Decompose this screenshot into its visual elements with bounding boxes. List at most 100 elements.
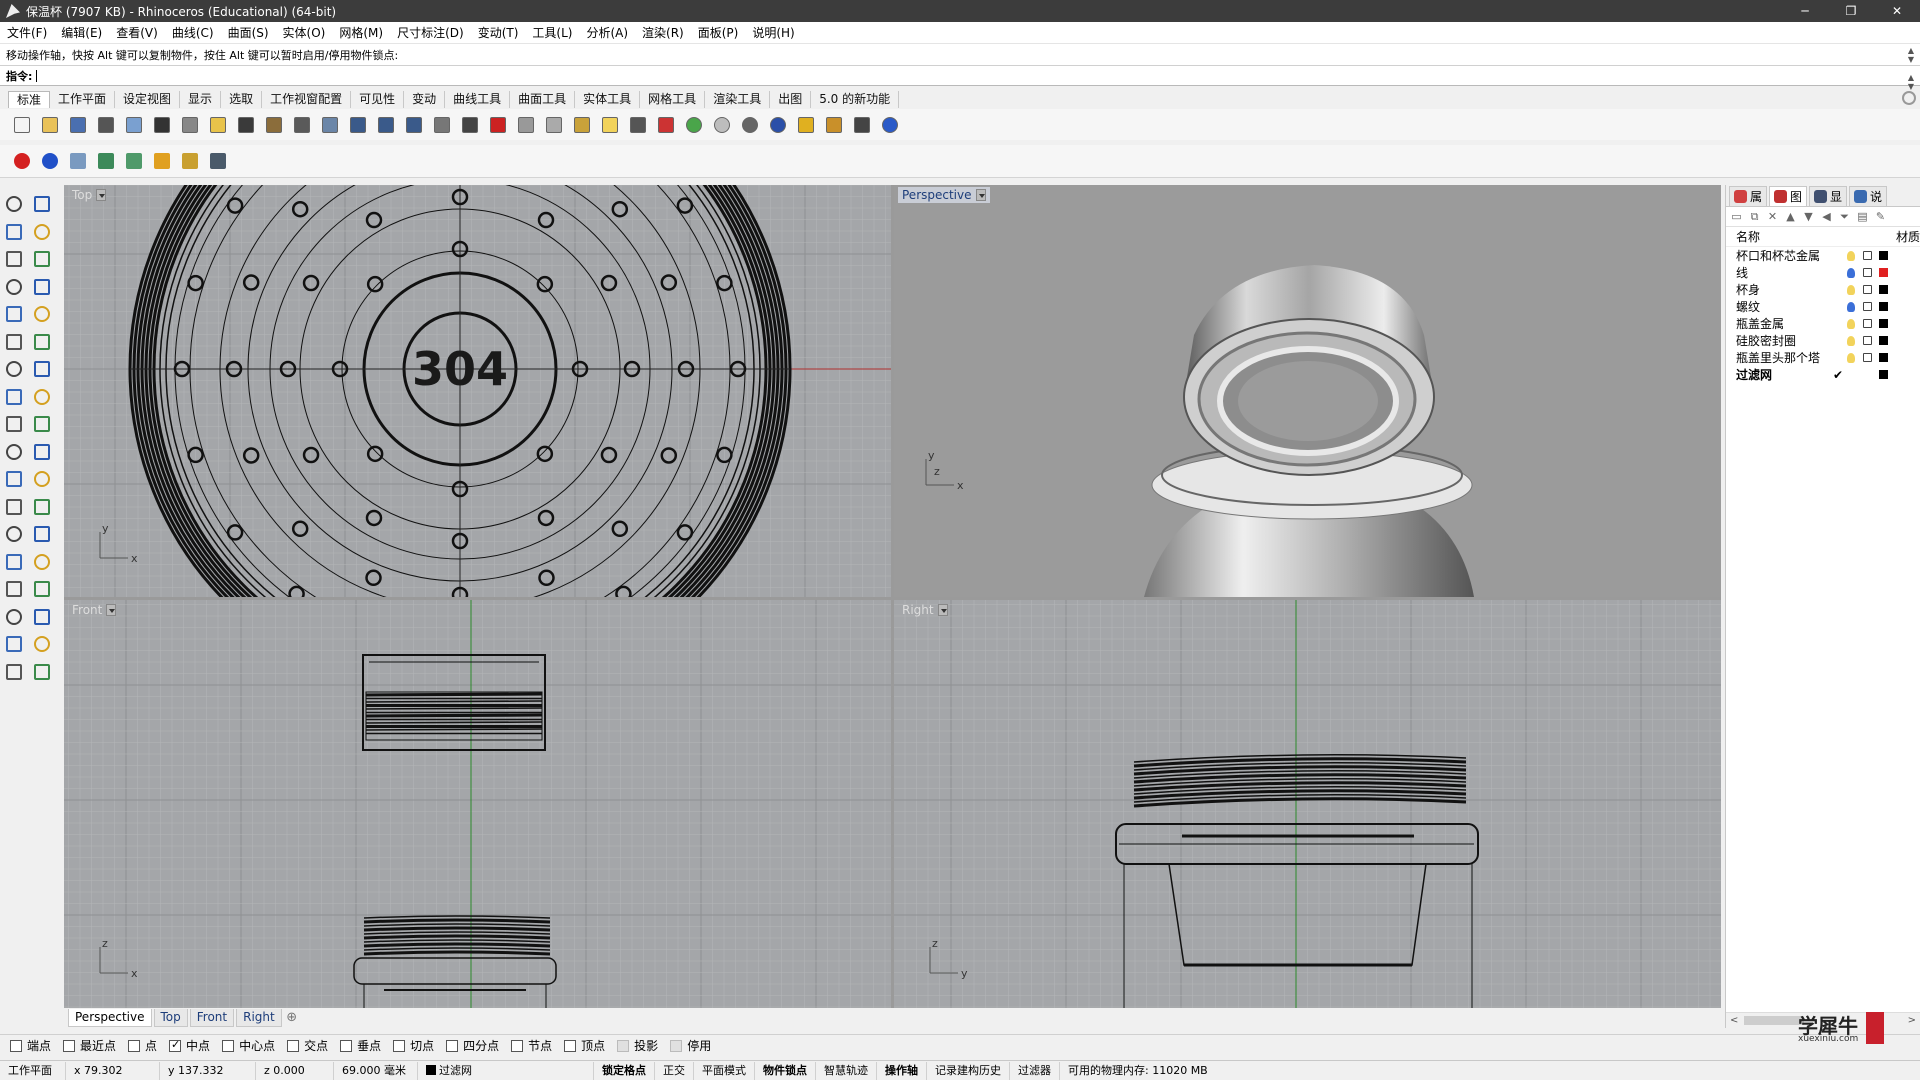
polygon-icon[interactable]: [3, 276, 25, 298]
osnap-10[interactable]: 顶点: [564, 1037, 605, 1054]
toolbar-tab-6[interactable]: 可见性: [351, 91, 405, 108]
delete-layer-icon[interactable]: ✕: [1766, 210, 1779, 223]
display-tab[interactable]: 显: [1809, 185, 1848, 206]
osnap-checkbox[interactable]: [511, 1039, 524, 1052]
select-icon[interactable]: [3, 193, 25, 215]
toolbar-tab-12[interactable]: 渲染工具: [705, 91, 771, 108]
properties-tab[interactable]: 属: [1729, 185, 1768, 206]
blend-icon[interactable]: [31, 496, 53, 518]
snap-icon[interactable]: [31, 606, 53, 628]
rotate-view-icon[interactable]: [290, 113, 314, 137]
layer-name[interactable]: 瓶盖里头那个塔: [1736, 349, 1846, 366]
save-icon[interactable]: [66, 113, 90, 137]
menu-item-11[interactable]: 渲染(R): [635, 24, 691, 41]
menu-item-7[interactable]: 尺寸标注(D): [390, 24, 471, 41]
command-line[interactable]: 指令:: [0, 66, 1920, 86]
open-icon[interactable]: [38, 113, 62, 137]
osnap-checkbox[interactable]: [670, 1039, 683, 1052]
four-viewports-icon[interactable]: [458, 113, 482, 137]
layer-row[interactable]: 线: [1726, 264, 1920, 281]
sphere-shaded-icon[interactable]: [710, 113, 734, 137]
layer-color-swatch[interactable]: [1879, 268, 1888, 277]
sphere-blue-icon[interactable]: [766, 113, 790, 137]
perspective-viewport[interactable]: yxz Perspective: [894, 185, 1721, 597]
paste-icon[interactable]: [206, 113, 230, 137]
menu-item-0[interactable]: 文件(F): [0, 24, 54, 41]
menu-item-4[interactable]: 曲面(S): [221, 24, 276, 41]
render-icon[interactable]: [3, 633, 25, 655]
layer-color-swatch[interactable]: [1879, 336, 1888, 345]
osnap-checkbox[interactable]: [446, 1039, 459, 1052]
new-sublayer-icon[interactable]: ⧉: [1748, 210, 1761, 223]
osnap-11[interactable]: 投影: [617, 1037, 658, 1054]
osnap-checkbox[interactable]: [287, 1039, 300, 1052]
extrude-icon[interactable]: [31, 331, 53, 353]
scroll-right-icon[interactable]: >: [1908, 1015, 1916, 1026]
osnap-1[interactable]: 最近点: [63, 1037, 116, 1054]
osnap-checkbox[interactable]: [393, 1039, 406, 1052]
current-layer-status[interactable]: 过滤网: [418, 1061, 594, 1080]
ellipse-icon[interactable]: [3, 303, 25, 325]
command-scroll-arrows[interactable]: ▲ ▼ ▲ ▼: [1906, 46, 1916, 91]
transform-icon[interactable]: [3, 551, 25, 573]
cylinder-icon[interactable]: [3, 386, 25, 408]
gem-icon[interactable]: [94, 149, 118, 173]
layer-lock-icon[interactable]: [1863, 251, 1872, 260]
osnap-checkbox[interactable]: [128, 1039, 141, 1052]
viewport-title-top[interactable]: Top: [68, 187, 110, 203]
mesh-icon[interactable]: [31, 578, 53, 600]
toolbar-tab-0[interactable]: 标准: [8, 91, 51, 108]
new-file-icon[interactable]: [10, 113, 34, 137]
layer-lock-icon[interactable]: [1863, 336, 1872, 345]
toolbar-tab-4[interactable]: 选取: [221, 91, 263, 108]
toolbar-tab-9[interactable]: 曲面工具: [510, 91, 576, 108]
move-to-parent-icon[interactable]: ◀: [1820, 210, 1833, 223]
new-layer-icon[interactable]: ▭: [1730, 210, 1743, 223]
osnap-4[interactable]: 中心点: [222, 1037, 275, 1054]
osnap-checkbox[interactable]: [340, 1039, 353, 1052]
move-icon[interactable]: [570, 113, 594, 137]
viewport-tab-perspective[interactable]: Perspective: [68, 1009, 152, 1027]
curve-icon[interactable]: [31, 221, 53, 243]
viewport-tab-right[interactable]: Right: [236, 1009, 282, 1027]
layer-visibility-bulb-icon[interactable]: [1847, 284, 1855, 295]
toolbar-tab-8[interactable]: 曲线工具: [445, 91, 511, 108]
box-render-icon[interactable]: [66, 149, 90, 173]
layer-row[interactable]: 杯身: [1726, 281, 1920, 298]
polyline-icon[interactable]: [3, 221, 25, 243]
viewport-tab-front[interactable]: Front: [189, 1009, 235, 1027]
layer-visibility-bulb-icon[interactable]: [1847, 301, 1855, 312]
menu-item-1[interactable]: 编辑(E): [54, 24, 109, 41]
light-icon[interactable]: [31, 661, 53, 683]
toolbar-tab-10[interactable]: 实体工具: [575, 91, 641, 108]
layer-lock-icon[interactable]: [1863, 302, 1872, 311]
viewport-title-perspective[interactable]: Perspective: [898, 187, 990, 203]
scale-icon[interactable]: [31, 551, 53, 573]
settings-gear-icon[interactable]: [822, 113, 846, 137]
osnap-5[interactable]: 交点: [287, 1037, 328, 1054]
tools-wrench-icon[interactable]: ✎: [1874, 210, 1887, 223]
osnap-3[interactable]: 中点: [169, 1037, 210, 1054]
record-history-toggle[interactable]: 记录建构历史: [927, 1061, 1010, 1080]
osnap-checkbox[interactable]: [10, 1039, 22, 1052]
pan-hand-icon[interactable]: [262, 113, 286, 137]
osnap-2[interactable]: 点: [128, 1037, 157, 1054]
current-layer-check-icon[interactable]: ✔: [1833, 368, 1843, 382]
front-viewport[interactable]: zx Front: [64, 600, 891, 1008]
layer-visibility-bulb-icon[interactable]: [1847, 267, 1855, 278]
layer-name[interactable]: 螺纹: [1736, 298, 1846, 315]
smarttrack-toggle[interactable]: 智慧轨迹: [816, 1061, 877, 1080]
cplane-status[interactable]: 工作平面: [0, 1061, 66, 1080]
boolean-icon[interactable]: [31, 358, 53, 380]
scroll-left-icon[interactable]: <: [1730, 1015, 1738, 1026]
osnap-checkbox[interactable]: [222, 1039, 235, 1052]
filter-icon[interactable]: ⏷: [1838, 210, 1851, 223]
viewport-menu-dropdown-icon[interactable]: [96, 189, 107, 201]
toolbar-tab-7[interactable]: 变动: [404, 91, 446, 108]
zoom-window-icon[interactable]: [346, 113, 370, 137]
help-tab[interactable]: 说: [1849, 185, 1888, 206]
surface-icon[interactable]: [3, 331, 25, 353]
restore-button[interactable]: ❐: [1828, 0, 1874, 22]
text-icon[interactable]: [3, 523, 25, 545]
cup-icon[interactable]: [122, 149, 146, 173]
